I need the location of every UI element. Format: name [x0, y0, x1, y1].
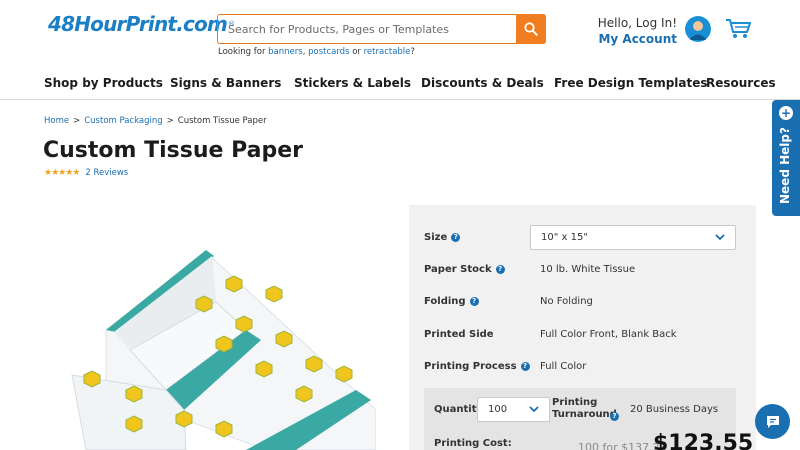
help-icon[interactable]: ?	[495, 265, 505, 274]
chat-button[interactable]	[755, 404, 790, 439]
nav-signs-banners[interactable]: Signs & Banners	[170, 76, 281, 90]
help-icon[interactable]: ?	[520, 362, 530, 371]
printed-side-value: Full Color Front, Blank Back	[540, 329, 677, 340]
turnaround-label: Printing Turnaround	[552, 397, 617, 420]
help-icon[interactable]: ?	[610, 412, 619, 421]
login-greeting[interactable]: Hello, Log In!	[598, 16, 677, 30]
breadcrumb: Home > Custom Packaging > Custom Tissue Pape…	[44, 116, 267, 126]
help-icon[interactable]: ?	[469, 297, 479, 306]
page-title: Custom Tissue Paper	[43, 138, 303, 163]
nav-stickers-labels[interactable]: Stickers & Labels	[294, 76, 411, 90]
breadcrumb-current: Custom Tissue Paper	[177, 116, 267, 126]
logo-text: 48HourPrint.com	[48, 12, 228, 36]
search-input[interactable]	[218, 15, 516, 43]
size-label: Size?	[424, 232, 461, 243]
search-button[interactable]	[516, 14, 546, 44]
nav-shop-by-products[interactable]: Shop by Products	[44, 76, 163, 90]
chevron-down-icon	[715, 234, 725, 241]
paper-stock-value: 10 lb. White Tissue	[540, 264, 636, 275]
printing-cost-label: Printing Cost:	[434, 438, 512, 449]
printing-process-label: Printing Process?	[424, 361, 530, 372]
search-suggestions: Looking for banners, postcards or retrac…	[218, 47, 415, 57]
folding-label: Folding?	[424, 296, 479, 307]
search-bar	[217, 14, 546, 44]
my-account-link[interactable]: My Account	[598, 32, 677, 46]
help-icon[interactable]: ?	[451, 233, 461, 242]
breadcrumb-separator: >	[166, 116, 174, 126]
suggestion-prefix: Looking for	[218, 47, 266, 57]
paper-stock-label: Paper Stock?	[424, 264, 505, 275]
rating-stars: ★★★★★	[44, 168, 80, 178]
suggestion-or: or	[352, 47, 361, 57]
tissue-paper-box-image	[66, 240, 377, 450]
printed-side-label: Printed Side	[424, 329, 494, 340]
nav-resources[interactable]: Resources	[706, 76, 776, 90]
printing-process-value: Full Color	[540, 361, 587, 372]
breadcrumb-separator: >	[73, 116, 81, 126]
product-options-panel: Size? 10" x 15" Paper Stock? 10 lb. Whit…	[409, 205, 756, 450]
size-selected-value: 10" x 15"	[541, 232, 588, 243]
chat-icon	[766, 415, 779, 428]
nav-free-design-templates[interactable]: Free Design Templates	[554, 76, 708, 90]
reviews-link[interactable]: 2 Reviews	[85, 168, 128, 178]
account-menu[interactable]: Hello, Log In! My Account	[598, 16, 677, 46]
printing-cost-price: $123.55	[653, 431, 754, 450]
quantity-selected-value: 100	[488, 404, 508, 415]
user-avatar-icon[interactable]	[685, 16, 711, 42]
breadcrumb-home[interactable]: Home	[44, 116, 69, 126]
shopping-cart-icon[interactable]	[725, 18, 751, 44]
plus-icon: +	[779, 106, 793, 120]
breadcrumb-custom-packaging[interactable]: Custom Packaging	[84, 116, 162, 126]
need-help-tab[interactable]: + Need Help?	[772, 100, 800, 216]
need-help-label: Need Help?	[778, 127, 792, 204]
turnaround-value: 20 Business Days	[630, 404, 719, 415]
quantity-label: Quantity	[434, 404, 483, 415]
nav-discounts-deals[interactable]: Discounts & Deals	[421, 76, 544, 90]
suggestion-link-postcards[interactable]: postcards	[308, 47, 349, 57]
suggestion-suffix: ?	[410, 47, 415, 57]
product-rating: ★★★★★ 2 Reviews	[44, 168, 128, 178]
quantity-select[interactable]: 100	[477, 397, 550, 422]
site-logo[interactable]: 48HourPrint.com ®	[48, 12, 235, 36]
size-select[interactable]: 10" x 15"	[530, 225, 736, 250]
suggestion-link-banners[interactable]: banners	[268, 47, 303, 57]
chevron-down-icon	[529, 406, 539, 413]
quantity-box: Quantity 100 Printing Turnaround ? 20 Bu…	[424, 388, 753, 450]
search-icon	[524, 22, 538, 36]
folding-value: No Folding	[540, 296, 593, 307]
suggestion-link-retractable[interactable]: retractable	[364, 47, 411, 57]
main-nav: Shop by Products Signs & Banners Sticker…	[0, 66, 800, 100]
